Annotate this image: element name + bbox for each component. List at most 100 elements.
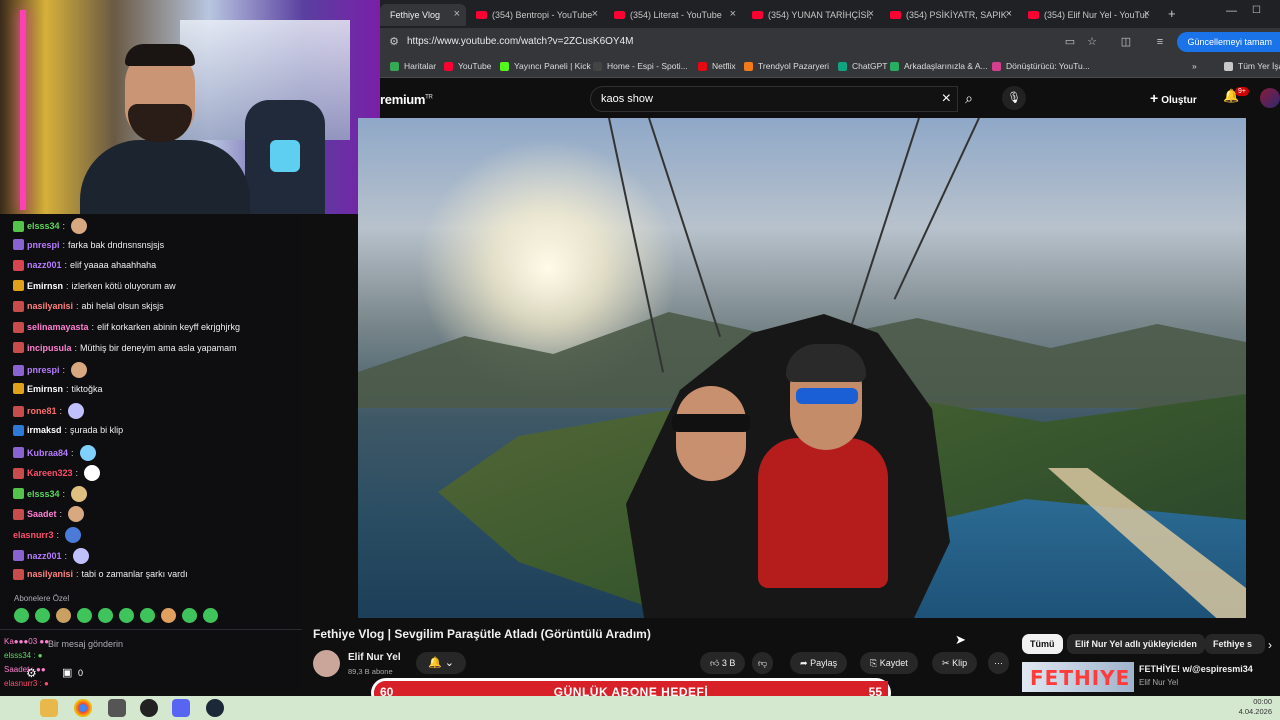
bookmark-item[interactable]: Haritalar [390,61,436,71]
browser-tab[interactable]: (354) PSİKİYATR, SAPIK ve × [880,4,1018,26]
emote[interactable] [35,608,50,623]
maximize-icon[interactable]: ☐ [1252,5,1261,16]
steam-icon[interactable] [206,699,224,717]
browser-tab[interactable]: (354) Literat - YouTube × [604,4,742,26]
chat-username[interactable]: irmaksd [27,424,62,436]
share-button[interactable]: ➦ Paylaş [790,652,848,674]
extensions-icon[interactable]: ◫ [1120,36,1132,48]
new-tab-icon[interactable]: + [1168,6,1176,21]
filter-chip[interactable]: Tümü [1022,634,1063,654]
emote[interactable] [203,608,218,623]
chat-username[interactable]: elsss34 [27,488,60,500]
youtube-logo[interactable]: remiumTR [380,92,433,107]
emote[interactable] [56,608,71,623]
chat-username[interactable]: selinamayasta [27,321,89,333]
create-button[interactable]: + Oluştur [1150,90,1197,106]
close-tab-icon[interactable]: × [730,8,736,20]
recommended-title[interactable]: FETHİYE! w/@espiresmi34 [1139,664,1253,674]
bookmark-item[interactable]: Netflix [698,61,736,71]
search-input[interactable]: kaos show × [590,86,958,112]
browser-tab[interactable]: Fethiye Vlog | Sevgilim Paraşütle × [380,4,466,26]
chat-username[interactable]: pnrespi [27,239,60,251]
video-player[interactable] [358,118,1246,618]
close-tab-icon[interactable]: × [1144,8,1150,20]
chat-username[interactable]: nazz001 [27,259,62,271]
discord-icon[interactable] [172,699,190,717]
subscription-bell-button[interactable]: 🔔 ⌄ [416,652,466,674]
chat-username[interactable]: nasilyanisi [27,568,73,580]
bookmark-item[interactable]: Home - Espi - Spoti... [593,61,688,71]
filter-chip[interactable]: Elif Nur Yel adlı yükleyiciden [1067,634,1205,654]
file-explorer-icon[interactable] [40,699,58,717]
emote[interactable] [182,608,197,623]
chat-emote[interactable] [71,362,88,379]
people-icon[interactable]: ▣ [62,666,72,679]
more-actions-button[interactable]: ⋯ [988,652,1009,674]
chat-username[interactable]: nasilyanisi [27,300,73,312]
close-tab-icon[interactable]: × [868,8,874,20]
emote[interactable] [119,608,134,623]
channel-avatar[interactable] [313,650,340,677]
emote[interactable] [140,608,155,623]
app-icon[interactable] [108,699,126,717]
emote[interactable] [98,608,113,623]
browser-tab[interactable]: (354) YUNAN TARİHÇİSİ, A × [742,4,880,26]
update-button[interactable]: Güncellemeyi tamam [1177,32,1280,52]
reading-list-icon[interactable]: ≡ [1154,36,1166,48]
browser-tab[interactable]: (354) Elif Nur Yel - YouTube × [1018,4,1156,26]
chat-emote[interactable] [68,403,85,420]
close-tab-icon[interactable]: × [592,8,598,20]
chat-emote[interactable] [73,547,90,564]
bookmark-item[interactable]: YouTube [444,61,491,71]
minimize-icon[interactable]: — [1226,5,1237,17]
like-button[interactable]: 👍︎ 3 B [700,652,746,674]
bookmark-item[interactable]: ChatGPT [838,61,887,71]
all-bookmarks-button[interactable]: Tüm Yer İşa [1224,61,1280,71]
close-tab-icon[interactable]: × [1006,8,1012,20]
channel-name[interactable]: Elif Nur Yel [348,652,401,663]
search-icon[interactable]: ⌕ [954,86,984,112]
chat-username[interactable]: Kareen323 [27,467,73,479]
chat-username[interactable]: Saadet [27,508,57,520]
clip-button[interactable]: ✂ Klip [932,652,978,674]
close-icon[interactable]: × [942,90,951,108]
chat-username[interactable]: Kubraa84 [27,447,68,459]
emote[interactable] [161,608,176,623]
microphone-icon[interactable]: 🎙 [1002,86,1026,110]
bookmark-star-icon[interactable]: ☆ [1086,36,1098,48]
bookmark-item[interactable]: Trendyol Pazaryeri [744,61,829,71]
bookmark-item[interactable]: Dönüştürücü: YouTu... [992,61,1090,71]
chat-emote[interactable] [84,465,101,482]
chat-emote[interactable] [68,506,85,523]
chat-emote[interactable] [71,485,88,502]
recommended-thumbnail[interactable]: FETHIYE [1022,662,1134,692]
cast-icon[interactable]: ▭ [1064,36,1076,48]
obs-icon[interactable] [140,699,158,717]
browser-tab[interactable]: (354) Bentropi - YouTube × [466,4,604,26]
filter-chip[interactable]: Fethiye s [1205,634,1265,654]
chat-username[interactable]: elasnurr3 [13,529,54,541]
system-clock[interactable]: 00:00 4.04.2026 [1239,697,1272,717]
chat-emote[interactable] [65,527,82,543]
close-tab-icon[interactable]: × [454,8,460,20]
chat-username[interactable]: Emirnsn [27,383,63,395]
chevron-right-icon[interactable]: › [1268,638,1272,652]
chrome-icon[interactable] [74,699,92,717]
chat-username[interactable]: nazz001 [27,550,62,562]
chat-emote[interactable] [71,218,88,234]
chat-username[interactable]: pnrespi [27,364,60,376]
chat-username[interactable]: rone81 [27,405,57,417]
chat-username[interactable]: elsss34 [27,220,60,232]
emote[interactable] [77,608,92,623]
save-button[interactable]: ⎘ Kaydet [860,652,918,674]
chat-username[interactable]: Emirnsn [27,280,63,292]
chat-username[interactable]: incipusula [27,342,72,354]
avatar[interactable] [1260,88,1280,108]
bookmark-item[interactable]: Yayıncı Paneli | Kick [500,61,591,71]
more-bookmarks-icon[interactable]: » [1192,61,1197,71]
site-settings-icon[interactable]: ⚙ [388,36,400,48]
bookmark-item[interactable]: Arkadaşlarınızla & A... [890,61,988,71]
url-field[interactable]: https://www.youtube.com/watch?v=2ZCusK6O… [407,36,634,47]
chat-emote[interactable] [79,444,96,461]
emote[interactable] [14,608,29,623]
